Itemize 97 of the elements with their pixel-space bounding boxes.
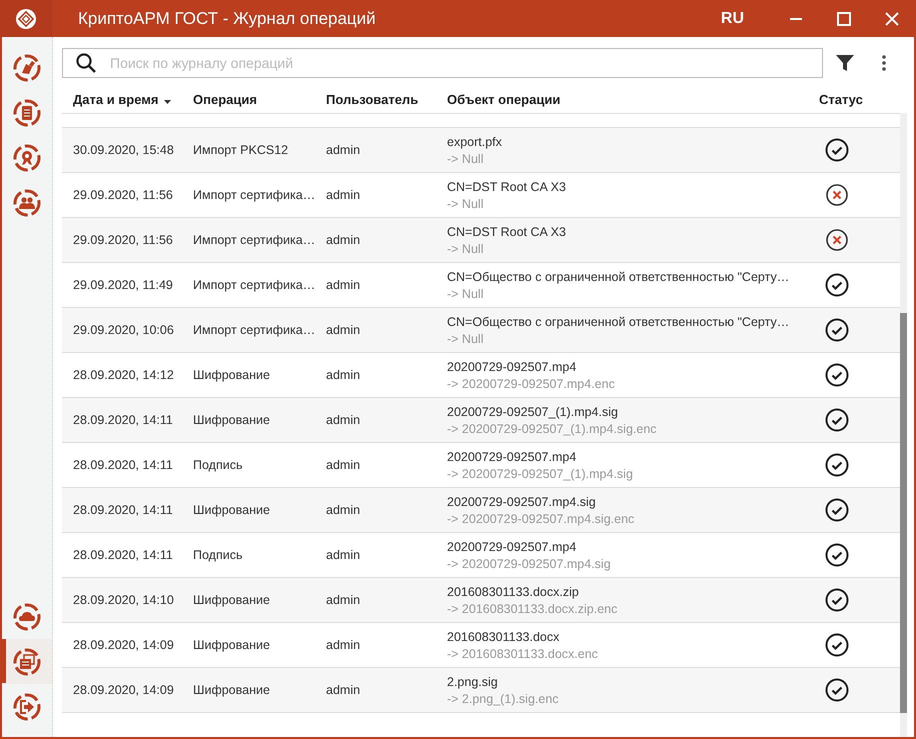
table-row[interactable]: 28.09.2020, 14:10 Шифрование admin 201608301133.docx.zip -> 201608301133.docx.zip.enc xyxy=(62,577,900,623)
window-title: КриптоАРМ ГОСТ - Журнал операций xyxy=(78,8,377,28)
table-cell-text: admin xyxy=(325,233,362,247)
object-result: -> Null xyxy=(447,332,484,346)
object-result: -> Null xyxy=(447,286,484,300)
object-name: 201608301133.docx xyxy=(447,630,560,644)
column-header[interactable]: Статус xyxy=(819,92,863,106)
table-cell-text: admin xyxy=(325,368,362,382)
object-result: -> Null xyxy=(447,196,484,210)
scrollbar[interactable] xyxy=(900,113,907,737)
table-cell-text: 28.09.2020, 14:11 xyxy=(72,503,174,517)
table-cell-text: admin xyxy=(325,683,362,697)
people-icon xyxy=(13,188,41,216)
object-name: 20200729-092507.mp4 xyxy=(447,450,578,464)
object-result: -> 2.png_(1).sig.enc xyxy=(447,692,560,706)
object-name: export.pfx xyxy=(447,134,503,148)
object-result: -> 201608301133.docx.enc xyxy=(447,646,599,660)
table-cell-text: 29.09.2020, 11:56 xyxy=(72,233,174,247)
table-cell-text: 30.09.2020, 15:48 xyxy=(72,143,175,157)
object-name: CN=Общество с ограниченной ответственностью "Серту… xyxy=(447,270,790,284)
search-field[interactable]: Поиск по журналу операций xyxy=(62,48,823,78)
search-icon xyxy=(75,52,97,74)
table-row[interactable]: 28.09.2020, 14:11 Шифрование admin 20200729-092507.mp4.sig -> 20200729-092507.mp4.sig.enc xyxy=(62,487,900,533)
object-result: -> 20200729-092507.mp4.enc xyxy=(447,376,616,390)
table-row[interactable]: 28.09.2020, 14:11 Шифрование admin 20200729-092507_(1).mp4.sig -> 20200729-092507_(1).mp4.sig.enc xyxy=(62,397,900,443)
table-row[interactable]: 30.09.2020, 15:48 Импорт PKCS12 admin export.pfx -> Null xyxy=(62,127,900,173)
language-button[interactable]: RU xyxy=(720,10,744,28)
more-icon[interactable] xyxy=(881,54,887,72)
table-cell-text: Шифрование xyxy=(192,503,271,517)
table-cell-text: Подпись xyxy=(192,548,244,562)
object-name: CN=DST Root CA X3 xyxy=(447,180,567,194)
table-cell-text: 28.09.2020, 14:12 xyxy=(72,368,175,382)
table-cell-text: Шифрование xyxy=(192,638,271,652)
table-row[interactable]: 29.09.2020, 10:06 Импорт сертифика… admin CN=Общество с ограниченной ответственностью "Серту… -> Null xyxy=(62,307,900,353)
table-cell-text: admin xyxy=(325,548,362,562)
filter-icon[interactable] xyxy=(835,53,855,73)
object-result: -> Null xyxy=(447,152,484,166)
scrollbar-thumb[interactable] xyxy=(900,313,907,713)
cloud-icon xyxy=(13,602,41,630)
object-name: 2.png.sig xyxy=(447,674,499,688)
pen-icon xyxy=(13,54,41,82)
object-result: -> 20200729-092507.mp4.sig.enc xyxy=(447,512,636,526)
table-cell-text: Импорт сертифика… xyxy=(192,323,315,337)
table-cell-text: 29.09.2020, 11:49 xyxy=(72,278,174,292)
table-cell-text: admin xyxy=(325,593,362,607)
table-cell-text: 28.09.2020, 14:11 xyxy=(72,458,174,472)
column-header[interactable]: Дата и время xyxy=(73,92,158,106)
object-name: 20200729-092507_(1).mp4.sig xyxy=(447,404,619,418)
table-cell-text: admin xyxy=(325,458,362,472)
object-name: 20200729-092507.mp4 xyxy=(447,540,578,554)
object-result: -> 20200729-092507_(1).mp4.sig xyxy=(447,466,634,480)
app-logo-icon xyxy=(15,8,37,30)
table-cell-text: Импорт PKCS12 xyxy=(192,143,290,157)
table-cell-text: Импорт сертифика… xyxy=(192,188,315,202)
award-icon xyxy=(13,144,41,172)
object-name: 20200729-092507.mp4 xyxy=(447,360,578,374)
document-icon xyxy=(13,98,41,126)
object-result: -> Null xyxy=(447,242,484,256)
table-cell-text: 28.09.2020, 14:11 xyxy=(72,548,174,562)
table-cell-text: 28.09.2020, 14:11 xyxy=(72,413,174,427)
table-cell-text: admin xyxy=(325,413,362,427)
windows-icon xyxy=(13,648,41,676)
column-header[interactable]: Операция xyxy=(193,92,257,106)
table-cell-text: 28.09.2020, 14:09 xyxy=(72,638,175,652)
object-name: CN=DST Root CA X3 xyxy=(447,224,567,238)
table-cell-text: admin xyxy=(325,503,362,517)
close-icon[interactable] xyxy=(884,12,900,26)
exit-icon xyxy=(13,692,41,720)
column-header[interactable]: Пользователь xyxy=(326,92,418,106)
table-cell-text: 29.09.2020, 10:06 xyxy=(72,323,175,337)
sidebar-button[interactable] xyxy=(2,639,52,684)
table-row[interactable]: 28.09.2020, 14:09 Шифрование admin 2.png.sig -> 2.png_(1).sig.enc xyxy=(62,667,900,713)
table-row[interactable]: 29.09.2020, 11:56 Импорт сертифика… admin CN=DST Root CA X3 -> Null xyxy=(62,217,900,263)
table-cell-text: Импорт сертифика… xyxy=(192,278,315,292)
object-result: -> 201608301133.docx.zip.enc xyxy=(447,602,618,616)
table-cell-text: admin xyxy=(325,278,362,292)
table-cell-text: Шифрование xyxy=(192,368,271,382)
table-cell-text: Шифрование xyxy=(192,593,271,607)
sort-caret-icon[interactable] xyxy=(164,100,170,104)
object-name: 20200729-092507.mp4.sig xyxy=(447,494,597,508)
table-cell-text: admin xyxy=(325,323,362,337)
object-result: -> 20200729-092507_(1).mp4.sig.enc xyxy=(447,422,658,436)
table-cell-text: 28.09.2020, 14:10 xyxy=(72,593,175,607)
table-cell-text: Импорт сертифика… xyxy=(192,233,315,247)
object-name: 201608301133.docx.zip xyxy=(447,584,580,598)
object-result: -> 20200729-092507.mp4.sig xyxy=(447,556,612,570)
table-cell-text: 28.09.2020, 14:09 xyxy=(72,683,175,697)
table-cell-text: admin xyxy=(325,188,362,202)
table-cell-text: admin xyxy=(325,143,362,157)
table-cell-text: 29.09.2020, 11:56 xyxy=(72,188,174,202)
table-cell-text: admin xyxy=(325,638,362,652)
maximize-icon[interactable] xyxy=(836,12,852,26)
table-cell-text: Шифрование xyxy=(192,413,271,427)
table-cell-text: Шифрование xyxy=(192,683,271,697)
object-name: CN=Общество с ограниченной ответственностью "Серту… xyxy=(447,314,790,328)
table-cell-text: Подпись xyxy=(192,458,244,472)
column-header[interactable]: Объект операции xyxy=(447,92,560,106)
